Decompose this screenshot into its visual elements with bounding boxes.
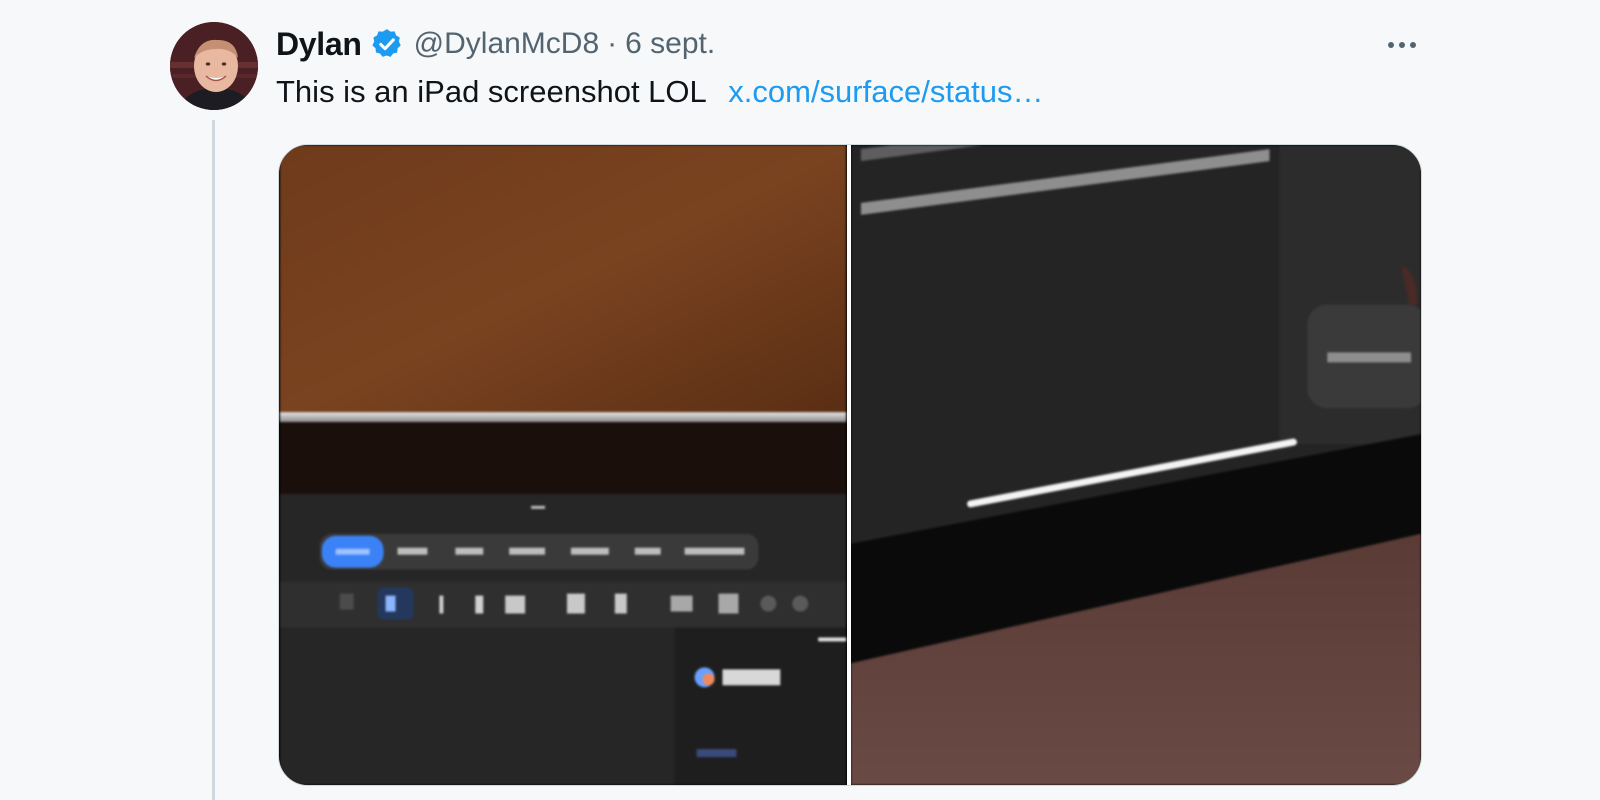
author-name[interactable]: Dylan [276, 26, 362, 63]
verified-check-icon [370, 27, 404, 61]
tweet-text: This is an iPad screenshot LOL x.com/sur… [276, 72, 1044, 112]
tweet-body: This is an iPad screenshot LOL [276, 74, 706, 109]
media-image-right[interactable] [851, 145, 1421, 785]
more-horizontal-icon[interactable] [1380, 30, 1424, 60]
separator-dot: · [607, 27, 618, 60]
tweet[interactable]: Dylan @DylanMcD8 · 6 sept. This is an iP… [0, 0, 1600, 800]
author-handle[interactable]: @DylanMcD8 [414, 27, 600, 61]
thread-line [212, 120, 215, 800]
tweet-link[interactable]: x.com/surface/status… [728, 74, 1043, 109]
media-image-left[interactable] [279, 145, 847, 785]
tweet-date[interactable]: 6 sept. [625, 27, 715, 61]
tweet-header: Dylan @DylanMcD8 · 6 sept. [276, 24, 715, 64]
avatar[interactable] [170, 22, 258, 110]
media-grid [278, 144, 1422, 786]
